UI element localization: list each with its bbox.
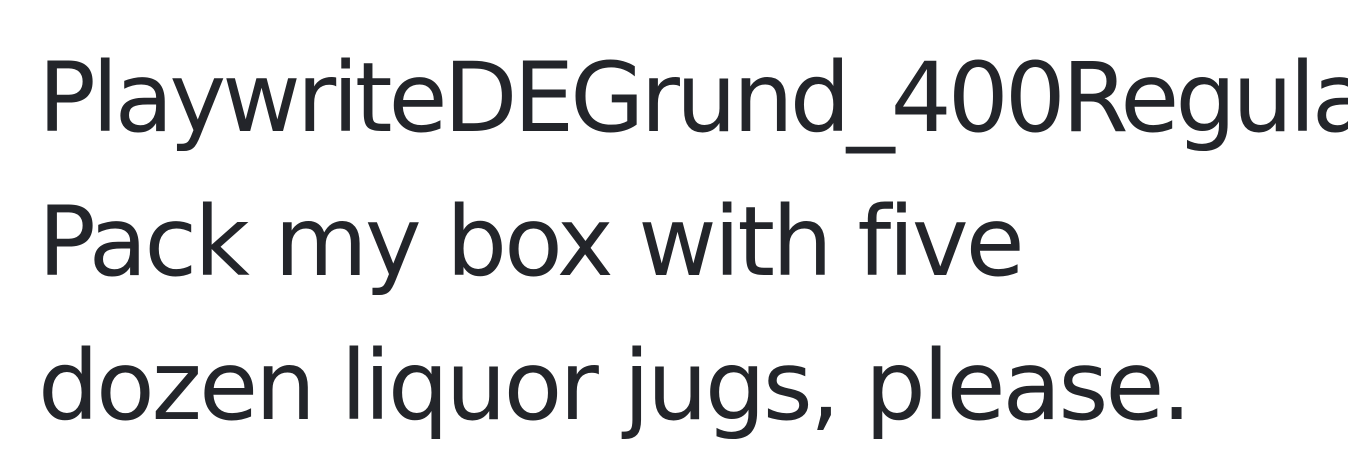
pangram-line-1: Pack my box with five — [38, 186, 1025, 298]
font-sample-preview: PlaywriteDEGrund_400Regular Pack my box … — [38, 26, 1348, 458]
pangram-line-2: dozen liquor jugs, please. — [38, 330, 1192, 442]
font-name-label: PlaywriteDEGrund_400Regular — [38, 42, 1348, 154]
